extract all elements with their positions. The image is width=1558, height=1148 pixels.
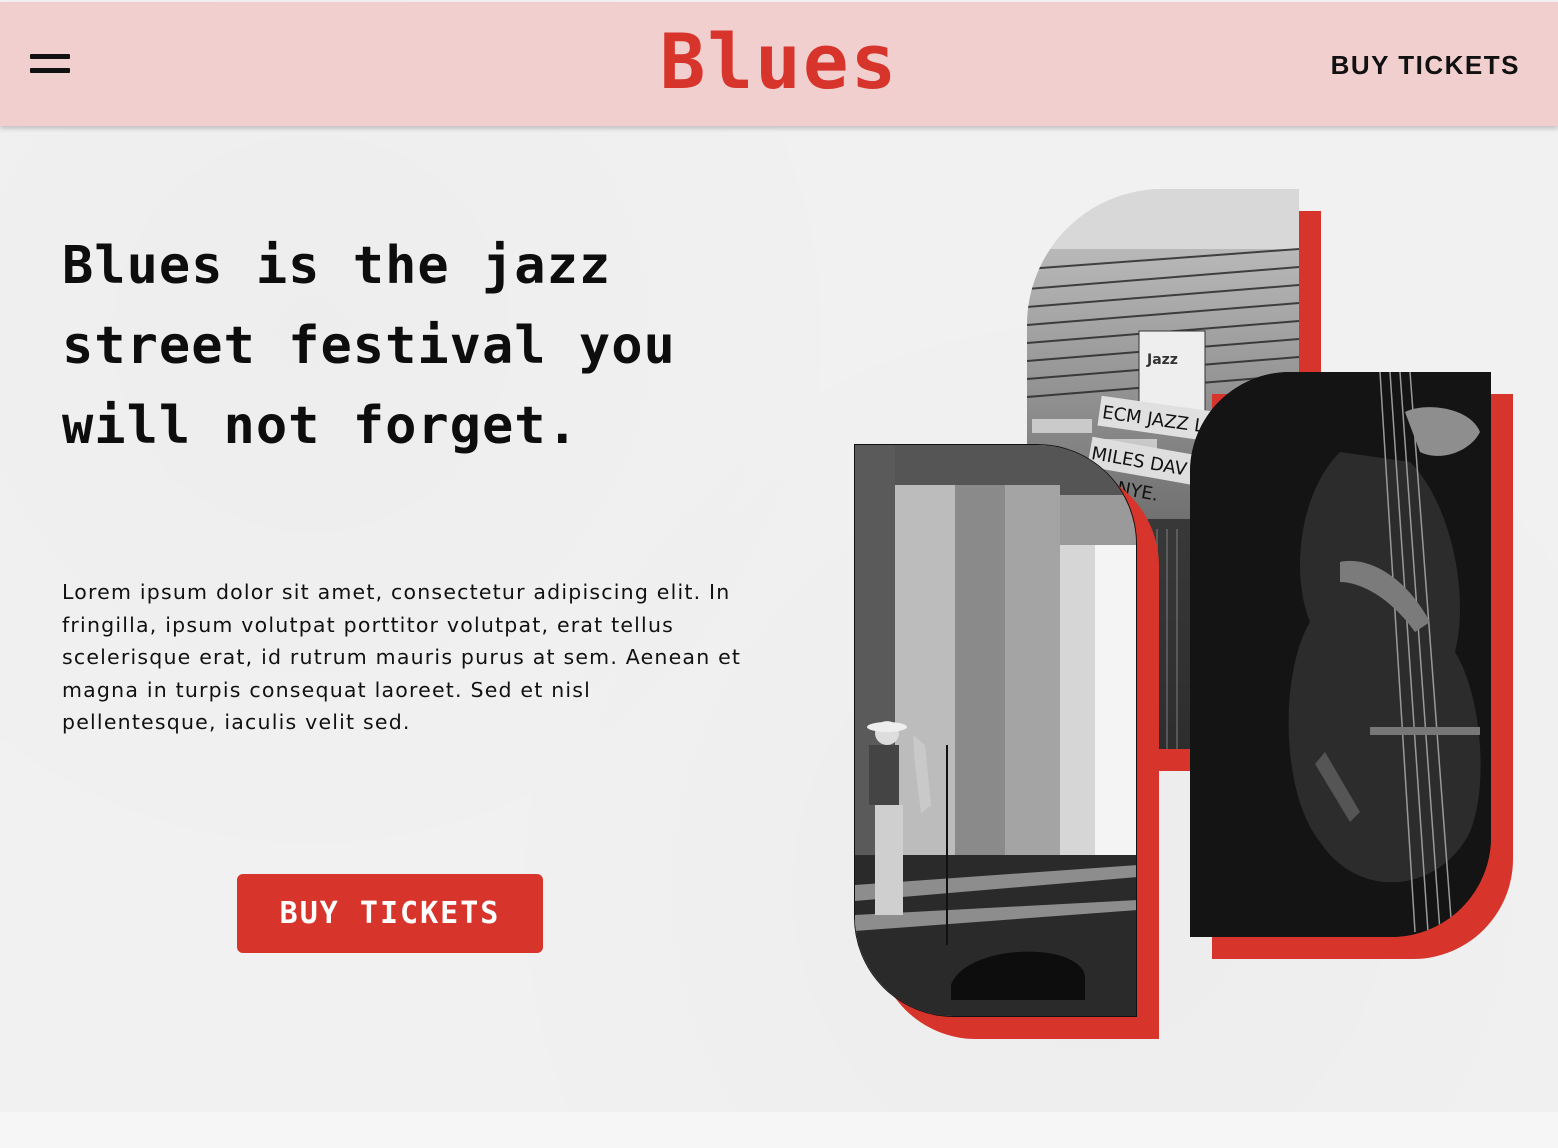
hero-description: Lorem ipsum dolor sit amet, consectetur … xyxy=(62,580,742,734)
page-background xyxy=(0,0,1558,1112)
site-header: Blues BUY TICKETS xyxy=(0,2,1558,126)
brand-logo[interactable]: Blues xyxy=(0,22,1558,102)
header-buy-tickets-link[interactable]: BUY TICKETS xyxy=(1331,50,1520,81)
hamburger-menu-icon[interactable] xyxy=(30,54,70,78)
page-footer-strip xyxy=(0,1112,1558,1148)
hero-headline: Blues is the jazz street festival you wi… xyxy=(62,236,676,456)
buy-tickets-button[interactable]: BUY TICKETS xyxy=(237,874,543,953)
